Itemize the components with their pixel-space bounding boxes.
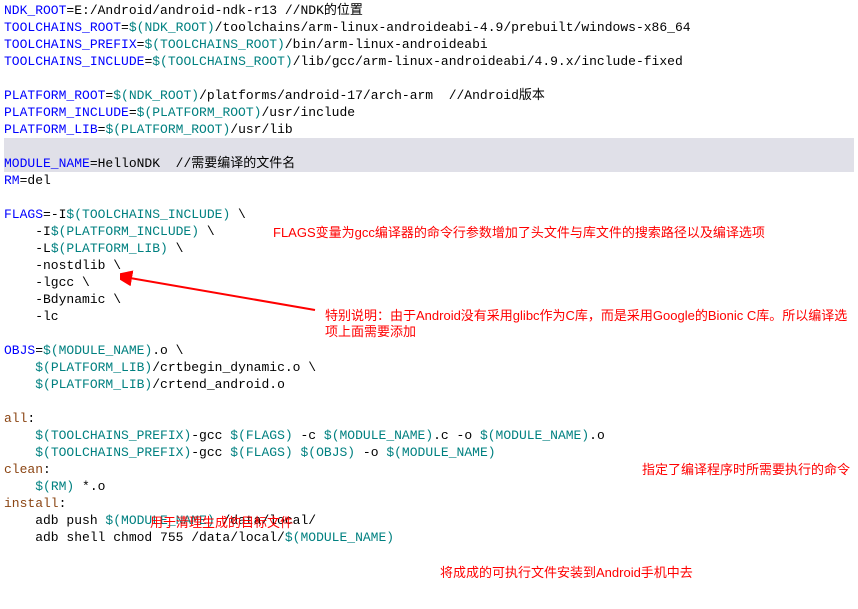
var-ref: $(PLATFORM_LIB) (35, 360, 152, 375)
var-ref: $(NDK_ROOT) (113, 88, 199, 103)
code-line: $(PLATFORM_LIB)/crtbegin_dynamic.o \ (4, 359, 854, 376)
var-def: PLATFORM_LIB (4, 122, 98, 137)
code-line: $(TOOLCHAINS_PREFIX)-gcc $(FLAGS) -c $(M… (4, 427, 854, 444)
make-target: clean (4, 462, 43, 477)
code-line: PLATFORM_ROOT=$(NDK_ROOT)/platforms/andr… (4, 87, 854, 104)
var-ref: $(RM) (35, 479, 74, 494)
var-ref: $(NDK_ROOT) (129, 20, 215, 35)
code-line: TOOLCHAINS_ROOT=$(NDK_ROOT)/toolchains/a… (4, 19, 854, 36)
var-ref: $(OBJS) (301, 445, 356, 460)
code-line: $(PLATFORM_LIB)/crtend_android.o (4, 376, 854, 393)
var-def: PLATFORM_ROOT (4, 88, 105, 103)
annotation-clean: 用于清理生成的目标文件 (150, 515, 293, 531)
var-ref: $(MODULE_NAME) (480, 428, 589, 443)
code-line: adb shell chmod 755 /data/local/$(MODULE… (4, 529, 854, 546)
blank-line (4, 70, 854, 87)
var-def: NDK_ROOT (4, 3, 66, 18)
code-line: -nostdlib \ (4, 257, 854, 274)
annotation-flags: FLAGS变量为gcc编译器的命令行参数增加了头文件与库文件的搜索路径以及编译选… (273, 225, 843, 241)
code-line: -lgcc \ (4, 274, 854, 291)
var-ref: $(TOOLCHAINS_PREFIX) (35, 445, 191, 460)
blank-line-highlighted (4, 138, 854, 155)
code-line-highlighted: MODULE_NAME=HelloNDK //需要编译的文件名 (4, 155, 854, 172)
code-text: =E:/Android/android-ndk-r13 //NDK的位置 (66, 3, 362, 18)
code-line: NDK_ROOT=E:/Android/android-ndk-r13 //ND… (4, 2, 854, 19)
var-ref: $(TOOLCHAINS_INCLUDE) (66, 207, 230, 222)
var-def: TOOLCHAINS_ROOT (4, 20, 121, 35)
var-ref: $(PLATFORM_LIB) (51, 241, 168, 256)
code-line: OBJS=$(MODULE_NAME).o \ (4, 342, 854, 359)
code-line: -Bdynamic \ (4, 291, 854, 308)
code-line: RM=del (4, 172, 854, 189)
blank-line (4, 189, 854, 206)
code-line: FLAGS=-I$(TOOLCHAINS_INCLUDE) \ (4, 206, 854, 223)
make-target: all (4, 411, 27, 426)
var-def: TOOLCHAINS_PREFIX (4, 37, 137, 52)
code-line: TOOLCHAINS_INCLUDE=$(TOOLCHAINS_ROOT)/li… (4, 53, 854, 70)
var-def: RM (4, 173, 20, 188)
annotation-install: 将成成的可执行文件安装到Android手机中去 (440, 565, 693, 581)
var-def: OBJS (4, 343, 35, 358)
code-line: TOOLCHAINS_PREFIX=$(TOOLCHAINS_ROOT)/bin… (4, 36, 854, 53)
var-ref: $(PLATFORM_ROOT) (105, 122, 230, 137)
blank-line (4, 393, 854, 410)
annotation-all: 指定了编译程序时所需要执行的命令 (642, 462, 857, 478)
code-line: $(RM) *.o (4, 478, 854, 495)
code-line: PLATFORM_INCLUDE=$(PLATFORM_ROOT)/usr/in… (4, 104, 854, 121)
var-def: MODULE_NAME (4, 156, 90, 171)
var-def: PLATFORM_INCLUDE (4, 105, 129, 120)
var-ref: $(FLAGS) (230, 428, 292, 443)
var-ref: $(PLATFORM_INCLUDE) (51, 224, 199, 239)
var-ref: $(TOOLCHAINS_PREFIX) (35, 428, 191, 443)
var-ref: $(MODULE_NAME) (43, 343, 152, 358)
code-line: all: (4, 410, 854, 427)
var-ref: $(PLATFORM_LIB) (35, 377, 152, 392)
var-ref: $(FLAGS) (230, 445, 292, 460)
code-line: install: (4, 495, 854, 512)
var-ref: $(MODULE_NAME) (386, 445, 495, 460)
var-def: TOOLCHAINS_INCLUDE (4, 54, 144, 69)
var-ref: $(PLATFORM_ROOT) (137, 105, 262, 120)
code-line: $(TOOLCHAINS_PREFIX)-gcc $(FLAGS) $(OBJS… (4, 444, 854, 461)
make-target: install (4, 496, 59, 511)
var-ref: $(MODULE_NAME) (324, 428, 433, 443)
var-ref: $(TOOLCHAINS_ROOT) (152, 54, 292, 69)
var-def: FLAGS (4, 207, 43, 222)
code-line: adb push $(MODULE_NAME) /data/local/ (4, 512, 854, 529)
code-line: -L$(PLATFORM_LIB) \ (4, 240, 854, 257)
var-ref: $(TOOLCHAINS_ROOT) (144, 37, 284, 52)
code-line: PLATFORM_LIB=$(PLATFORM_ROOT)/usr/lib (4, 121, 854, 138)
var-ref: $(MODULE_NAME) (285, 530, 394, 545)
annotation-nostdlib: 特别说明：由于Android没有采用glibc作为C库，而是采用Google的B… (325, 308, 850, 340)
